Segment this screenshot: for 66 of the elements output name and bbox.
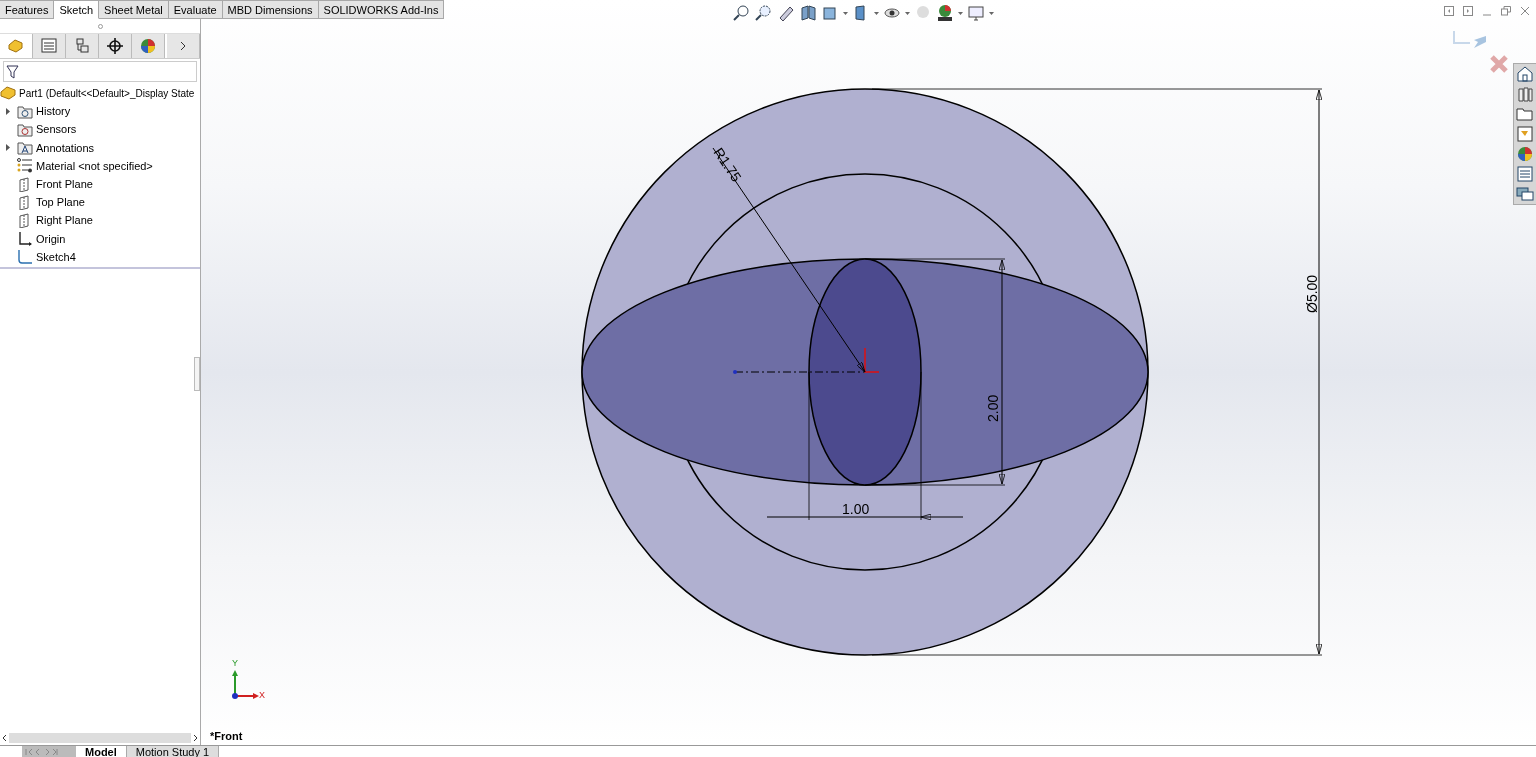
tree-item-label[interactable]: Top Plane [36,196,85,209]
annotation-folder-icon [17,140,33,156]
expand-arrow-icon[interactable] [5,144,13,152]
filter-field[interactable] [3,61,197,82]
axis-label: X [259,690,265,700]
tree-item-label[interactable]: Material <not specified> [36,159,153,172]
origin-marker [864,347,880,373]
axis-label: Y [232,658,238,668]
tree-item-label[interactable]: Part1 (Default<<Default>_Display State [19,87,195,99]
tile-right-icon[interactable] [1463,6,1473,16]
tree-item-label[interactable]: Annotations [36,141,95,154]
tree-item-label[interactable]: Origin [36,232,66,245]
chat-icon[interactable] [1516,185,1534,203]
part-icon[interactable] [7,37,25,55]
home-icon[interactable] [1516,65,1534,83]
command-tab[interactable]: Features [0,0,55,19]
panel-collapse-handle[interactable] [194,357,200,391]
dimension-text[interactable]: 1.00 [842,501,870,517]
sketch-icon [17,249,33,265]
dropdown-caret-icon[interactable] [905,11,910,15]
close-icon[interactable] [1520,6,1530,16]
dropdown-caret-icon[interactable] [874,11,879,15]
folder-icon[interactable] [1516,105,1534,123]
expand-arrow-icon[interactable] [5,107,13,115]
monitor-icon[interactable] [967,4,985,22]
part-icon [0,86,16,101]
material-icon [17,158,33,174]
grip-icon [97,23,103,29]
history-folder-icon [17,103,33,119]
command-tab[interactable]: Sheet Metal [99,0,169,19]
appearance-icon[interactable] [936,4,954,22]
tree-item-label[interactable]: Right Plane [36,214,93,227]
view-name-label: *Front [210,730,243,742]
scroll-left-icon[interactable] [2,734,7,742]
tree-item-label[interactable]: Front Plane [36,178,93,191]
tree-item-label[interactable]: Sketch4 [36,250,76,263]
view-orientation-icon[interactable] [821,4,839,22]
chevron-right-icon[interactable] [180,41,186,51]
zoom-to-fit-icon[interactable] [733,4,751,22]
tree-item-label[interactable]: Sensors [36,123,77,136]
crosshair-icon[interactable] [106,37,124,55]
dimension-text[interactable]: Ø5.00 [1304,274,1320,313]
scroll-right-icon[interactable] [193,734,198,742]
bottom-tab[interactable]: Motion Study 1 [125,746,220,757]
command-tab[interactable]: Sketch [54,0,100,19]
tile-left-icon[interactable] [1444,6,1454,16]
command-tab[interactable]: Evaluate [168,0,223,19]
dropdown-caret-icon[interactable] [989,11,994,15]
dropdown-caret-icon[interactable] [958,11,963,15]
scrollbar[interactable] [9,733,191,743]
properties-list-icon[interactable] [1516,165,1534,183]
restore-icon[interactable] [1501,6,1511,16]
tree-item-label[interactable]: History [36,105,71,118]
dropdown-caret-icon[interactable] [843,11,848,15]
configuration-manager-icon[interactable] [73,37,91,55]
library-icon[interactable] [1516,85,1534,103]
sketch-point [733,370,737,374]
sensor-folder-icon [17,121,33,137]
command-tab[interactable]: MBD Dimensions [222,0,319,19]
origin-icon [17,231,33,247]
filter-icon [6,64,19,79]
command-tab[interactable]: SOLIDWORKS Add-Ins [318,0,445,19]
property-manager-icon[interactable] [40,37,58,55]
dimension-text[interactable]: 2.00 [985,394,1001,422]
section-view-icon[interactable] [799,4,817,22]
zoom-area-icon[interactable] [755,4,773,22]
